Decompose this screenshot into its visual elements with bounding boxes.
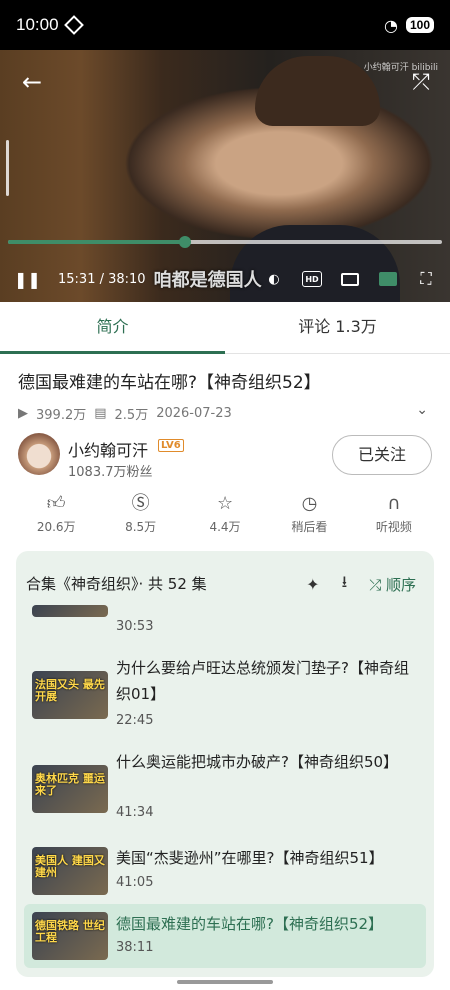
episode-thumbnail bbox=[32, 605, 108, 617]
star-icon: ☆ bbox=[216, 493, 234, 514]
playlist-header: 合集《神奇组织》· 共 52 集 bbox=[26, 575, 207, 593]
episode-duration: 41:34 bbox=[116, 805, 154, 820]
listen-label: 听视频 bbox=[375, 520, 412, 534]
level-badge: LV6 bbox=[158, 439, 184, 452]
episode-item[interactable]: 法国又头 最先开展 为什么要给卢旺达总统颁发门垫子?【神奇组织01】 22:45 bbox=[24, 655, 426, 729]
download-icon[interactable]: ⭳ bbox=[342, 571, 348, 598]
publish-date: 2026-07-23 bbox=[156, 406, 232, 421]
coin-button[interactable]: Ⓢ 8.5万 bbox=[98, 492, 182, 540]
coin-icon: Ⓢ bbox=[131, 493, 150, 514]
episode-duration: 30:53 bbox=[116, 619, 154, 634]
episode-duration: 22:45 bbox=[116, 713, 154, 728]
fan-count: 1083.7万粉丝 bbox=[68, 465, 153, 480]
thumbnail-caption: 德国铁路 世纪工程 bbox=[35, 919, 105, 944]
shuffle-icon: ⤮ bbox=[369, 576, 382, 594]
play-count-icon: ▶ bbox=[18, 406, 28, 421]
video-player[interactable]: 小约翰可汗 bilibili ← ⤱ ❚❚ 15:31 / 38:10 咱都是德… bbox=[0, 50, 450, 302]
pause-icon[interactable]: ❚❚ bbox=[14, 270, 48, 289]
episode-item-current[interactable]: 德国铁路 世纪工程 德国最难建的车站在哪?【神奇组织52】 38:11 bbox=[24, 904, 426, 968]
tab-comments[interactable]: 评论 1.3万 bbox=[225, 302, 450, 353]
episode-title: 什么奥运能把城市办破产?【神奇组织50】 bbox=[116, 753, 399, 771]
favorite-button[interactable]: ☆ 4.4万 bbox=[183, 492, 267, 540]
share-icon[interactable]: ⤱ bbox=[412, 70, 430, 95]
watch-later-button[interactable]: ◷ 稍后看 bbox=[267, 492, 351, 540]
speed-icon[interactable]: ◐ bbox=[264, 271, 284, 287]
coin-count: 8.5万 bbox=[125, 520, 157, 534]
playlist-tools: ✦ ⭳ ⤮ 顺序 bbox=[306, 571, 416, 598]
avatar[interactable] bbox=[18, 433, 60, 475]
video-title: 德国最难建的车站在哪?【神奇组织52】 bbox=[18, 373, 321, 393]
order-toggle[interactable]: ⤮ 顺序 bbox=[369, 574, 416, 595]
action-bar: 👍︎ 20.6万 Ⓢ 8.5万 ☆ 4.4万 ◷ 稍后看 ∩ 听视频 bbox=[0, 492, 450, 540]
status-time: 10:00 bbox=[16, 15, 59, 34]
thumb-up-icon: 👍︎ bbox=[46, 493, 66, 514]
fullscreen-icon[interactable]: ⛶ bbox=[416, 269, 436, 288]
seek-bar-knob[interactable] bbox=[178, 236, 191, 248]
episode-duration: 41:05 bbox=[116, 875, 154, 890]
follow-button[interactable]: 已关注 bbox=[332, 435, 432, 475]
view-count: 399.2万 bbox=[36, 408, 87, 423]
player-controls: ❚❚ 15:31 / 38:10 咱都是德国人 ◐ HD ⛶ bbox=[0, 264, 450, 294]
clock-icon: ◷ bbox=[301, 493, 318, 514]
headphones-icon: ∩ bbox=[387, 493, 401, 514]
status-bar: 10:00 ◔ 100 bbox=[0, 0, 450, 50]
player-controls-right: ◐ HD ⛶ bbox=[264, 269, 436, 288]
episode-title: 为什么要给卢旺达总统颁发门垫子?【神奇组织01】 bbox=[116, 659, 409, 703]
location-icon bbox=[63, 15, 84, 35]
episode-duration: 38:11 bbox=[116, 940, 154, 955]
episode-title: 美国“杰斐逊州”在哪里?【神奇组织51】 bbox=[116, 849, 384, 867]
episode-thumbnail: 美国人 建国又建州 bbox=[32, 847, 108, 895]
danmaku-count: 2.5万 bbox=[114, 408, 149, 423]
watch-later-label: 稍后看 bbox=[291, 520, 328, 534]
thumbnail-caption: 法国又头 最先开展 bbox=[35, 678, 105, 703]
listen-button[interactable]: ∩ 听视频 bbox=[352, 492, 436, 540]
order-label: 顺序 bbox=[385, 576, 416, 594]
subtitle-text: 咱都是德国人 bbox=[153, 270, 262, 291]
episode-thumbnail: 法国又头 最先开展 bbox=[32, 671, 108, 719]
brightness-indicator bbox=[6, 140, 9, 196]
seek-bar[interactable] bbox=[8, 236, 442, 248]
episode-item[interactable]: 美国人 建国又建州 美国“杰斐逊州”在哪里?【神奇组织51】 41:05 bbox=[24, 845, 426, 899]
home-indicator[interactable] bbox=[177, 980, 273, 984]
episode-thumbnail: 德国铁路 世纪工程 bbox=[32, 912, 108, 960]
sparkle-icon[interactable]: ✦ bbox=[306, 575, 319, 594]
episode-title: 德国最难建的车站在哪?【神奇组织52】 bbox=[116, 915, 384, 933]
danmaku-icon[interactable] bbox=[379, 272, 397, 286]
episode-thumbnail: 奥林匹克 噩运来了 bbox=[32, 765, 108, 813]
tab-intro[interactable]: 简介 bbox=[0, 302, 225, 354]
wifi-icon: ◔ bbox=[384, 15, 398, 35]
favorite-count: 4.4万 bbox=[209, 520, 241, 534]
thumbnail-caption: 美国人 建国又建州 bbox=[35, 854, 105, 879]
playlist-panel: 合集《神奇组织》· 共 52 集 ✦ ⭳ ⤮ 顺序 30:53 法国又头 最先开… bbox=[16, 551, 434, 977]
status-right: ◔ 100 bbox=[384, 16, 434, 35]
quality-hd-icon[interactable]: HD bbox=[302, 271, 322, 287]
video-frame-hair bbox=[255, 56, 380, 126]
like-button[interactable]: 👍︎ 20.6万 bbox=[14, 492, 98, 540]
author-name[interactable]: 小约翰可汗 bbox=[68, 437, 148, 461]
thumbnail-caption: 奥林匹克 噩运来了 bbox=[35, 772, 105, 797]
back-arrow-icon[interactable]: ← bbox=[22, 68, 42, 96]
video-meta: ▶ 399.2万 ▤ 2.5万 2026-07-23 bbox=[18, 404, 232, 423]
subtitle-icon[interactable] bbox=[341, 272, 359, 286]
author-row: 小约翰可汗 LV6 1083.7万粉丝 已关注 bbox=[18, 433, 432, 483]
episode-item[interactable]: 30:53 bbox=[24, 605, 426, 635]
battery-icon: 100 bbox=[405, 17, 434, 33]
danmaku-count-icon: ▤ bbox=[94, 406, 107, 421]
tab-bar: 简介 评论 1.3万 bbox=[0, 302, 450, 354]
playback-time: 15:31 / 38:10 bbox=[58, 271, 146, 287]
episode-item[interactable]: 奥林匹克 噩运来了 什么奥运能把城市办破产?【神奇组织50】 41:34 bbox=[24, 749, 426, 823]
like-count: 20.6万 bbox=[36, 520, 76, 534]
seek-bar-fill bbox=[8, 240, 185, 244]
expand-chevron-icon[interactable]: ⌄ bbox=[416, 402, 428, 418]
